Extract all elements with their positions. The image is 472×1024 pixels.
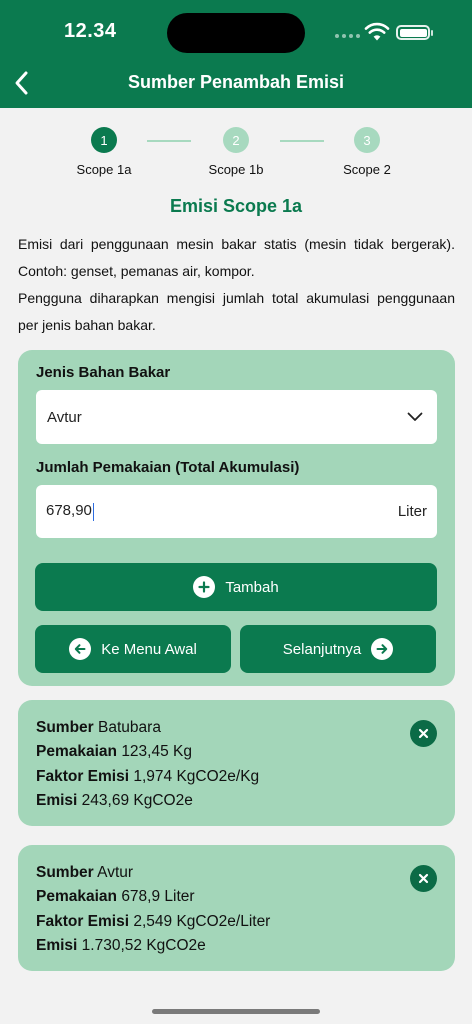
item-value: 1,974 KgCO2e/Kg — [133, 767, 260, 785]
chevron-down-icon — [407, 412, 423, 421]
close-icon — [418, 728, 429, 739]
item-key: Pemakaian — [36, 888, 117, 906]
item-emission-row: Emisi 243,69 KgCO2e — [36, 789, 437, 813]
item-value: 678,9 Liter — [121, 888, 195, 906]
item-emission-row: Emisi 1.730,52 KgCO2e — [36, 934, 437, 958]
step-label: Scope 2 — [343, 162, 391, 177]
fuel-type-label: Jenis Bahan Bakar — [36, 364, 171, 381]
item-key: Sumber — [36, 719, 94, 736]
status-time: 12.34 — [64, 20, 117, 42]
remove-item-button[interactable] — [410, 720, 437, 747]
description-text: Emisi dari penggunaan mesin bakar statis… — [18, 236, 455, 279]
home-indicator[interactable] — [152, 1009, 320, 1014]
arrow-left-icon — [69, 638, 92, 660]
item-key: Faktor Emisi — [36, 912, 130, 930]
step-scope-2[interactable]: 3 Scope 2 — [322, 127, 412, 177]
item-key: Pemakaian — [36, 743, 117, 761]
step-number: 3 — [354, 127, 380, 153]
add-button[interactable]: Tambah — [35, 563, 437, 611]
step-connector — [147, 140, 191, 142]
home-menu-label: Ke Menu Awal — [101, 640, 197, 658]
item-key: Emisi — [36, 791, 78, 809]
section-title: Emisi Scope 1a — [169, 196, 303, 216]
item-value: Avtur — [97, 864, 134, 881]
emission-item-card: Sumber Avtur Pemakaian 678,9 Liter Fakto… — [18, 845, 455, 971]
wifi-icon — [364, 22, 390, 41]
dynamic-island — [167, 13, 305, 53]
step-scope-1a[interactable]: 1 Scope 1a — [59, 127, 149, 177]
next-button-label: Selanjutnya — [282, 640, 362, 658]
item-value: Batubara — [98, 719, 161, 736]
usage-value: 678,90 — [46, 502, 92, 520]
cellular-signal-icon — [335, 34, 360, 38]
plus-icon — [193, 576, 216, 598]
item-value: 123,45 Kg — [121, 743, 192, 761]
arrow-right-icon — [371, 638, 394, 660]
home-menu-button[interactable]: Ke Menu Awal — [35, 625, 231, 673]
input-form-card: Jenis Bahan Bakar Avtur Jumlah Pemakaian… — [18, 350, 455, 686]
item-source-row: Sumber Avtur — [36, 861, 437, 885]
emission-item-card: Sumber Batubara Pemakaian 123,45 Kg Fakt… — [18, 700, 455, 826]
remove-item-button[interactable] — [410, 865, 437, 892]
item-usage-row: Pemakaian 678,9 Liter — [36, 885, 437, 909]
item-value: 243,69 KgCO2e — [81, 791, 193, 809]
description: Emisi dari penggunaan mesin bakar statis… — [18, 231, 455, 339]
add-button-label: Tambah — [225, 578, 279, 596]
step-connector — [280, 140, 324, 142]
navigation-buttons: Ke Menu Awal Selanjutnya — [35, 625, 437, 673]
close-icon — [418, 873, 429, 884]
item-key: Emisi — [36, 936, 78, 954]
stepper: 1 Scope 1a 2 Scope 1b 3 Scope 2 — [0, 127, 472, 187]
app-header: 12.34 Sumber Penambah Emisi — [0, 0, 472, 108]
usage-unit: Liter — [397, 503, 427, 520]
fuel-type-value: Avtur — [47, 408, 82, 426]
battery-icon — [396, 25, 433, 40]
step-number: 2 — [223, 127, 249, 153]
item-key: Sumber — [36, 864, 94, 881]
usage-label: Jumlah Pemakaian (Total Akumulasi) — [36, 459, 300, 476]
item-value: 1.730,52 KgCO2e — [81, 936, 206, 954]
text-caret — [92, 502, 94, 521]
description-text: Pengguna diharapkan mengisi jumlah total… — [18, 290, 455, 333]
page-title: Sumber Penambah Emisi — [127, 72, 345, 92]
item-factor-row: Faktor Emisi 1,974 KgCO2e/Kg — [36, 765, 437, 789]
fuel-type-select[interactable]: Avtur — [36, 390, 437, 444]
item-value: 2,549 KgCO2e/Liter — [133, 912, 271, 930]
usage-input[interactable]: 678,90 Liter — [36, 485, 437, 538]
step-number: 1 — [91, 127, 117, 153]
item-factor-row: Faktor Emisi 2,549 KgCO2e/Liter — [36, 910, 437, 934]
item-usage-row: Pemakaian 123,45 Kg — [36, 740, 437, 764]
step-scope-1b[interactable]: 2 Scope 1b — [191, 127, 281, 177]
item-key: Faktor Emisi — [36, 767, 130, 785]
next-button[interactable]: Selanjutnya — [240, 625, 436, 673]
step-label: Scope 1b — [208, 162, 264, 177]
item-source-row: Sumber Batubara — [36, 716, 437, 740]
step-label: Scope 1a — [76, 162, 132, 177]
